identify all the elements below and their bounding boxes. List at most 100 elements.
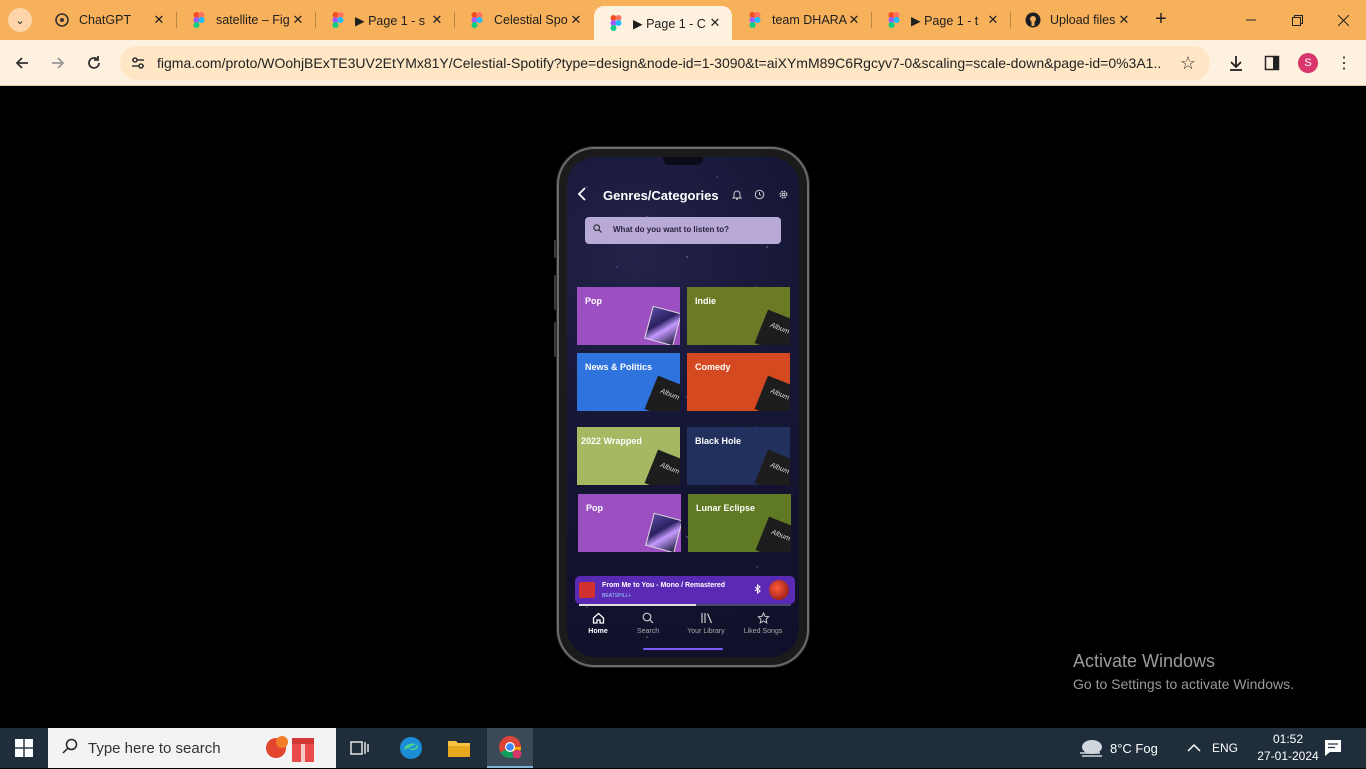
bluetooth-icon[interactable] <box>754 583 761 596</box>
fog-cloud-icon <box>1080 740 1102 757</box>
forward-button[interactable] <box>44 49 72 77</box>
language-indicator[interactable]: ENG <box>1212 728 1238 768</box>
system-clock[interactable]: 01:52 27-01-2024 <box>1255 731 1321 765</box>
tab-upload-files[interactable]: Upload files ✕ <box>1011 0 1141 40</box>
song-title: From Me to You - Mono / Remastered <box>602 582 726 589</box>
windows-taskbar: Type here to search 8°C Fog ENG 01:52 27… <box>0 728 1366 768</box>
close-icon[interactable]: ✕ <box>1117 13 1131 27</box>
nav-search[interactable]: Search <box>623 612 673 635</box>
close-icon[interactable]: ✕ <box>291 13 305 27</box>
restore-button[interactable] <box>1274 0 1320 40</box>
taskbar-search[interactable]: Type here to search <box>48 728 336 768</box>
nav-your-library[interactable]: Your Library <box>681 612 731 635</box>
tab-title: Celestial Spo <box>494 13 568 27</box>
tab-title: team DHARA <box>772 13 848 27</box>
chrome-app[interactable] <box>487 728 533 768</box>
close-icon[interactable]: ✕ <box>569 13 583 27</box>
minimize-button[interactable] <box>1228 0 1274 40</box>
close-window-button[interactable] <box>1320 0 1366 40</box>
album-art: Album <box>644 375 680 411</box>
library-icon <box>681 612 731 626</box>
arrow-left-icon <box>15 57 28 69</box>
home-indicator <box>643 648 723 650</box>
tab-page1-c-active[interactable]: ▶ Page 1 - C ✕ <box>594 6 732 40</box>
back-button[interactable] <box>8 49 36 77</box>
nav-liked-songs[interactable]: Liked Songs <box>738 611 788 635</box>
chevron-down-icon: ⌄ <box>15 14 25 27</box>
github-icon <box>1025 12 1041 28</box>
close-icon[interactable]: ✕ <box>430 13 444 27</box>
album-cover-image <box>644 305 680 345</box>
close-icon[interactable]: ✕ <box>986 13 1000 27</box>
genre-card-lunar-eclipse[interactable]: Lunar Eclipse Album <box>688 494 791 552</box>
tab-celestial[interactable]: Celestial Spo ✕ <box>455 0 593 40</box>
tab-team-dhara[interactable]: team DHARA ✕ <box>733 0 871 40</box>
reload-button[interactable] <box>80 49 108 77</box>
star-icon <box>738 611 788 626</box>
back-arrow-icon[interactable] <box>577 187 587 204</box>
chatgpt-icon <box>54 12 70 28</box>
figma-icon <box>191 12 207 28</box>
close-icon[interactable]: ✕ <box>847 13 861 27</box>
card-label: Black Hole <box>695 436 742 446</box>
album-art: Album <box>754 449 790 485</box>
site-info-icon[interactable] <box>130 55 146 71</box>
browser-toolbar: figma.com/proto/WOohjBExTE3UV2EtYMx81Y/C… <box>0 40 1366 86</box>
figma-icon <box>330 12 346 28</box>
card-label: 2022 Wrapped <box>581 436 642 446</box>
card-label: Indie <box>695 296 717 306</box>
genre-card-indie[interactable]: Indie Album <box>687 287 790 345</box>
search-input[interactable]: What do you want to listen to? <box>585 217 781 244</box>
reload-icon <box>88 56 100 69</box>
tab-search-button[interactable]: ⌄ <box>8 8 32 32</box>
weather-widget[interactable]: 8°C Fog <box>1078 728 1158 768</box>
tab-page1-s[interactable]: ▶ Page 1 - s ✕ <box>316 0 454 40</box>
file-explorer-app[interactable] <box>436 728 482 768</box>
planet-art <box>769 580 789 600</box>
show-hidden-icons-button[interactable] <box>1187 728 1201 768</box>
windows-logo-icon <box>15 739 33 757</box>
playback-progress[interactable] <box>579 604 791 606</box>
bell-icon[interactable] <box>731 189 743 201</box>
edge-icon <box>400 737 422 759</box>
genre-card-black-hole[interactable]: Black Hole Album <box>687 427 790 485</box>
album-cover-image <box>645 512 681 552</box>
start-button[interactable] <box>0 728 48 768</box>
search-placeholder: What do you want to listen to? <box>613 225 729 234</box>
genre-card-2022-wrapped[interactable]: 2022 Wrapped Album <box>577 427 680 485</box>
side-panel-icon[interactable] <box>1261 52 1283 74</box>
device-name: BEATSPILL+ <box>602 593 632 599</box>
card-label: Lunar Eclipse <box>696 503 756 513</box>
album-art: Album <box>644 449 680 485</box>
bookmark-star-icon[interactable]: ☆ <box>1180 53 1196 74</box>
genre-card-comedy[interactable]: Comedy Album <box>687 353 790 411</box>
edge-app[interactable] <box>388 728 434 768</box>
menu-kebab-icon[interactable]: ⋮ <box>1333 52 1355 74</box>
history-icon[interactable] <box>753 189 765 201</box>
gear-icon[interactable] <box>777 189 789 201</box>
genre-card-pop[interactable]: Pop <box>577 287 680 345</box>
genre-card-pop-2[interactable]: Pop <box>578 494 681 552</box>
profile-avatar[interactable]: S <box>1298 53 1318 73</box>
genre-card-news-politics[interactable]: News & Politics Album <box>577 353 680 411</box>
card-label: News & Politics <box>585 362 653 372</box>
now-playing-bar[interactable]: From Me to You - Mono / Remastered BEATS… <box>575 576 795 604</box>
close-icon[interactable]: ✕ <box>708 16 722 30</box>
download-icon[interactable] <box>1225 52 1247 74</box>
new-tab-button[interactable]: + <box>1150 9 1172 31</box>
tab-page1-t[interactable]: ▶ Page 1 - t ✕ <box>872 0 1010 40</box>
folder-icon <box>448 741 470 757</box>
task-view-button[interactable] <box>337 728 383 768</box>
album-art: Album <box>755 516 791 552</box>
phone-screen: Genres/Categories What do you want to li… <box>567 157 799 657</box>
tab-satellite[interactable]: satellite – Fig ✕ <box>177 0 315 40</box>
notifications-button[interactable] <box>1324 728 1342 768</box>
figma-icon <box>469 12 485 28</box>
tab-chatgpt[interactable]: ChatGPT ✕ <box>40 0 176 40</box>
address-bar[interactable]: figma.com/proto/WOohjBExTE3UV2EtYMx81Y/C… <box>120 46 1210 80</box>
close-icon[interactable]: ✕ <box>152 13 166 27</box>
app-header: Genres/Categories <box>567 185 799 207</box>
chevron-up-icon <box>1187 743 1201 752</box>
url-text: figma.com/proto/WOohjBExTE3UV2EtYMx81Y/C… <box>157 55 1162 71</box>
nav-home[interactable]: Home <box>573 612 623 635</box>
